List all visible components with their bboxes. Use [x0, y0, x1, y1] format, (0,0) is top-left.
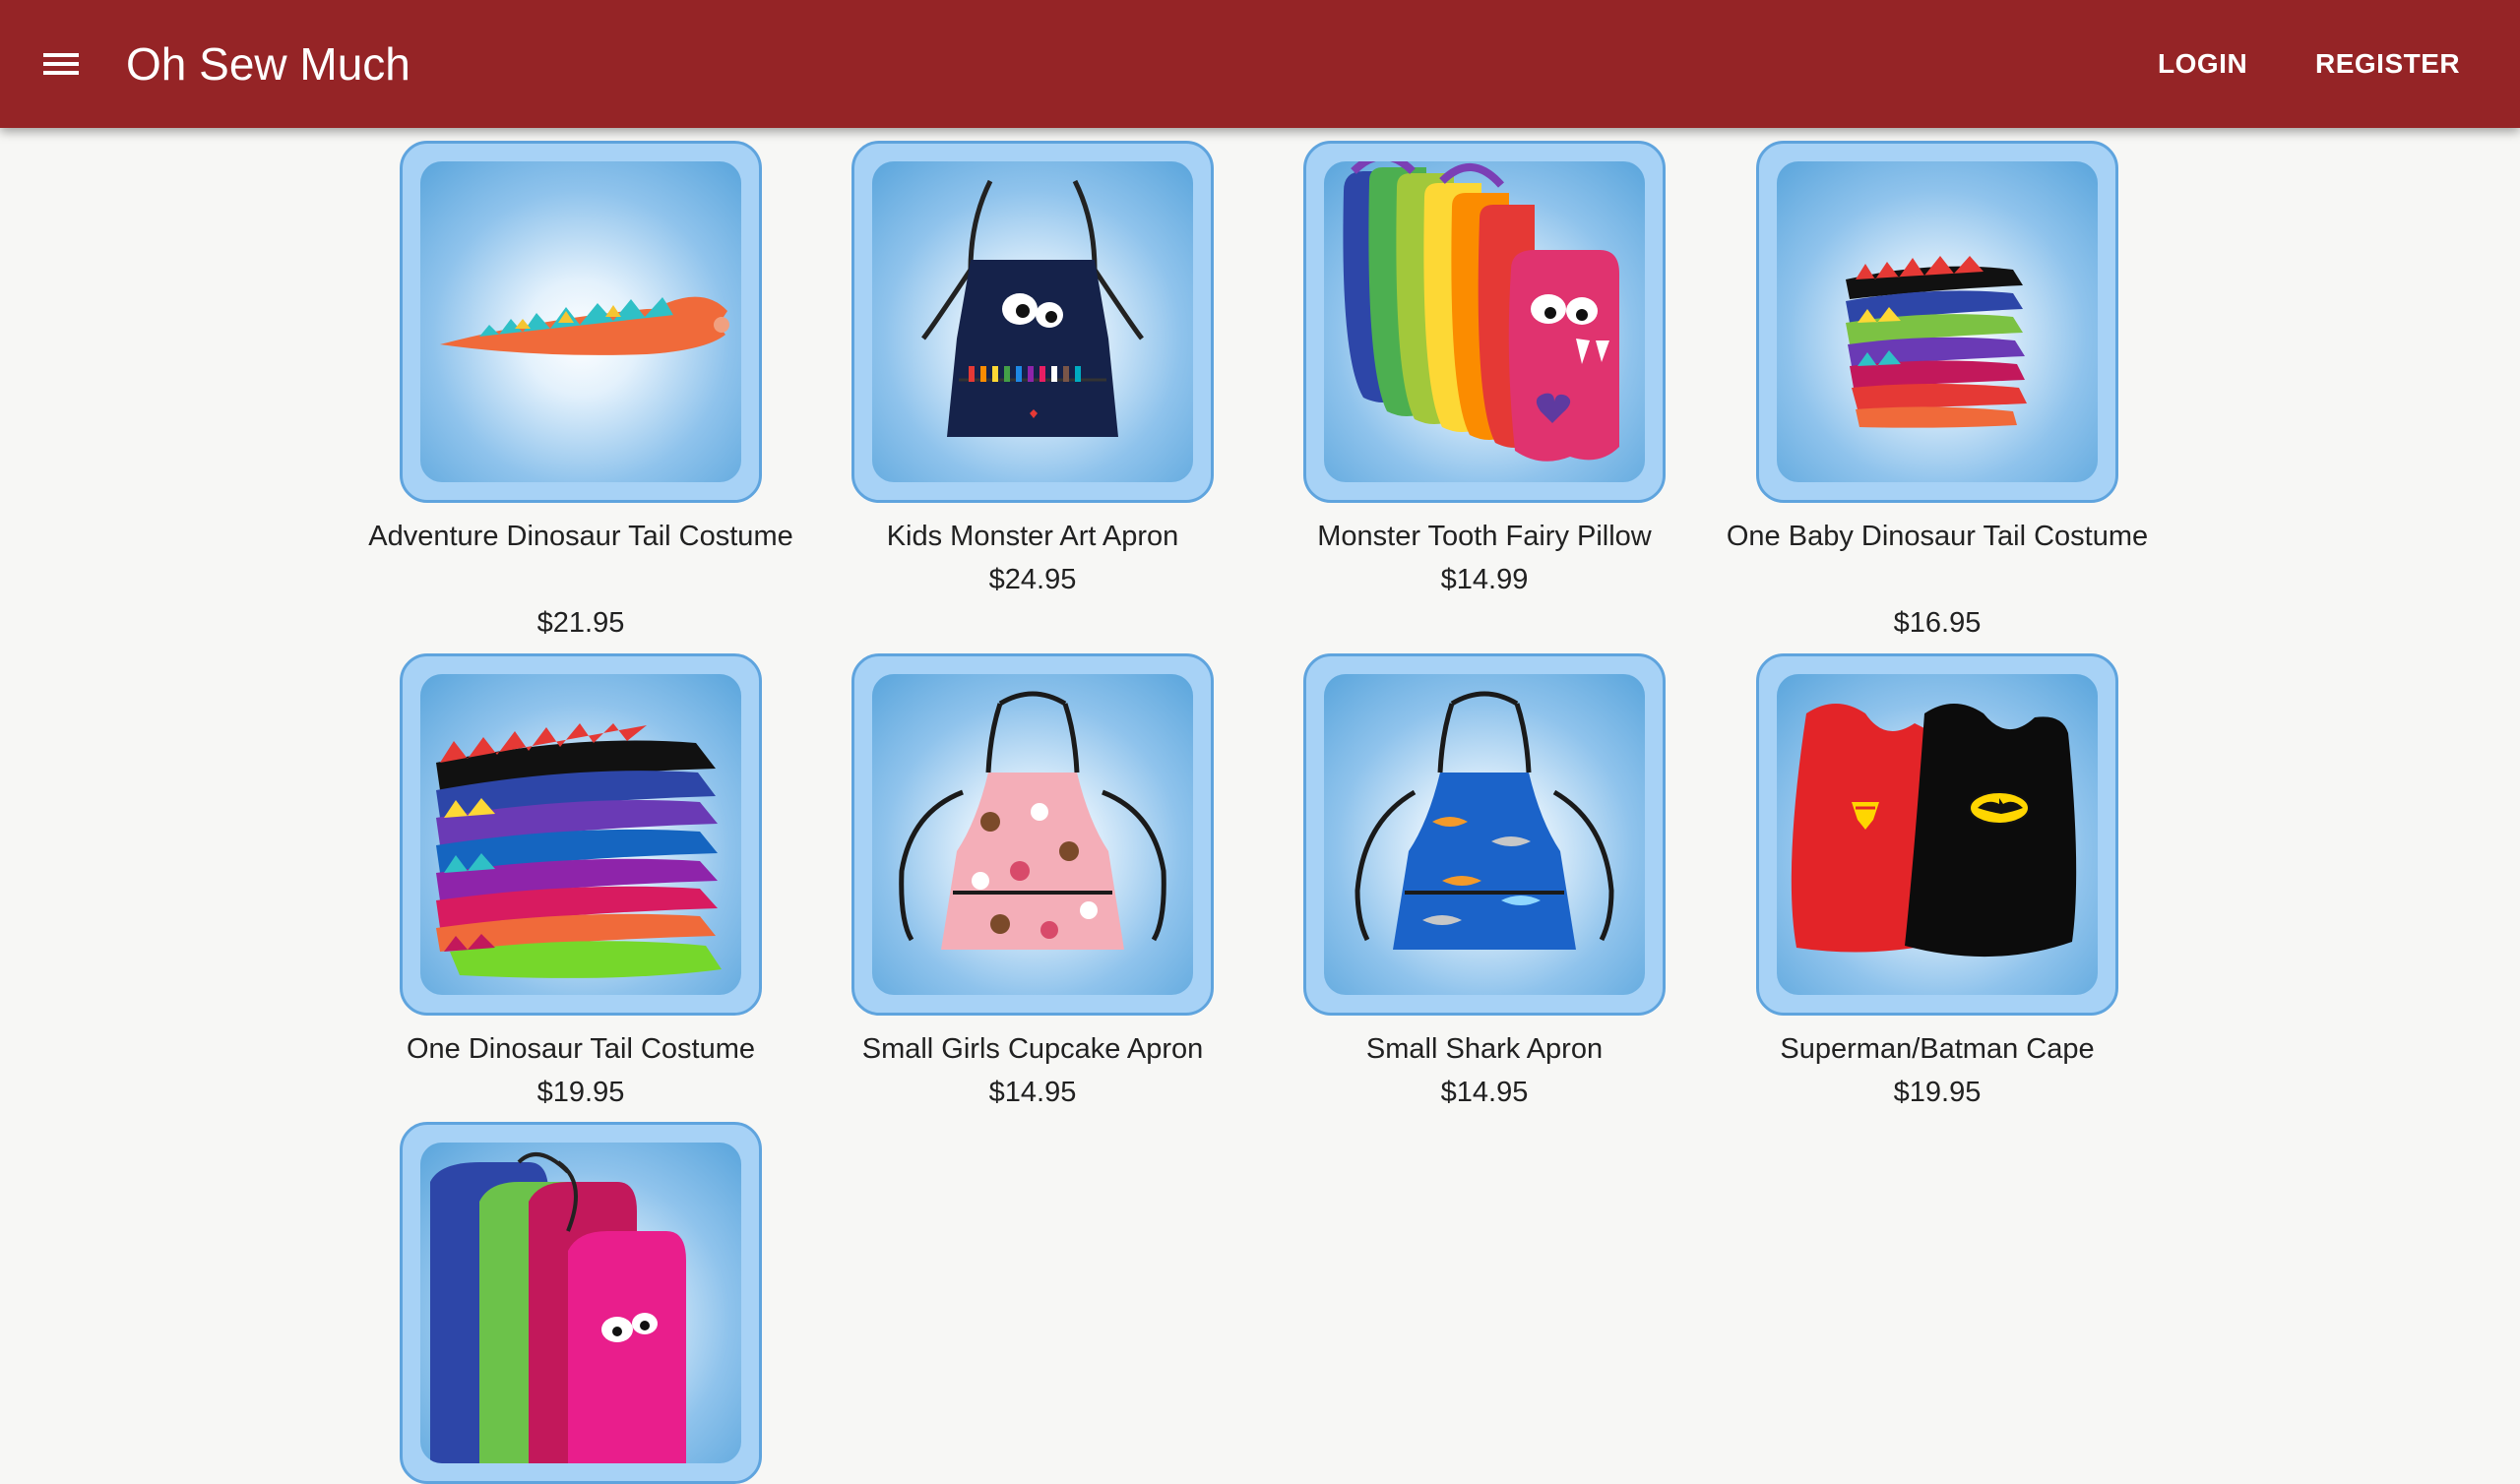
- product-price: $14.95: [988, 1077, 1077, 1108]
- cupcake-apron-image: [899, 691, 1166, 950]
- product-name[interactable]: One Baby Dinosaur Tail Costume: [1711, 515, 2164, 558]
- menu-line: [43, 62, 79, 66]
- product-image-frame: [1324, 161, 1645, 482]
- product-image-frame: [1777, 161, 2098, 482]
- product-image-frame: [1777, 674, 2098, 995]
- product-name[interactable]: Small Girls Cupcake Apron: [806, 1027, 1259, 1071]
- product-image[interactable]: [851, 653, 1214, 1016]
- product-price: $19.95: [536, 1077, 625, 1108]
- product-price: $14.99: [1440, 564, 1529, 595]
- product-name[interactable]: Small Shark Apron: [1258, 1027, 1711, 1071]
- product-image[interactable]: [1756, 653, 2118, 1016]
- product-name[interactable]: Kids Monster Art Apron: [806, 515, 1259, 558]
- product-price: $16.95: [1893, 607, 1982, 639]
- product-image[interactable]: [1303, 653, 1666, 1016]
- product-price: $24.95: [988, 564, 1077, 595]
- product-price: $21.95: [536, 607, 625, 639]
- product-image-frame: [420, 674, 741, 995]
- baby-dinosaur-tail-image: [1846, 256, 2027, 428]
- dinosaur-tail-stack-image: [436, 723, 722, 978]
- product-image[interactable]: [851, 141, 1214, 503]
- tooth-fairy-pillow-image: [1343, 161, 1619, 462]
- product-image[interactable]: [1303, 141, 1666, 503]
- app-bar: Oh Sew Much LOGIN REGISTER: [0, 0, 2520, 128]
- register-button[interactable]: REGISTER: [2315, 47, 2460, 81]
- product-image-frame: [420, 1143, 741, 1463]
- hamburger-menu-icon[interactable]: [39, 42, 85, 86]
- menu-line: [43, 71, 79, 75]
- app-title[interactable]: Oh Sew Much: [126, 35, 410, 93]
- product-image-frame: [1324, 674, 1645, 995]
- product-image-frame: [872, 674, 1193, 995]
- monster-bib-image: [430, 1152, 686, 1463]
- product-image[interactable]: [400, 141, 762, 503]
- product-name[interactable]: One Dinosaur Tail Costume: [354, 1027, 807, 1071]
- menu-line: [43, 53, 79, 57]
- product-image[interactable]: [400, 653, 762, 1016]
- shark-apron-image: [1354, 691, 1614, 950]
- product-name[interactable]: Adventure Dinosaur Tail Costume: [354, 515, 807, 558]
- superhero-cape-image: [1791, 704, 2077, 958]
- login-button[interactable]: LOGIN: [2158, 47, 2247, 81]
- product-name[interactable]: Superman/Batman Cape: [1711, 1027, 2164, 1071]
- product-image[interactable]: [1756, 141, 2118, 503]
- monster-apron-image: [921, 179, 1144, 437]
- product-image-frame: [872, 161, 1193, 482]
- product-price: $19.95: [1893, 1077, 1982, 1108]
- product-image-frame: [420, 161, 741, 482]
- dinosaur-tail-image: [440, 296, 729, 355]
- product-price: $14.95: [1440, 1077, 1529, 1108]
- product-name[interactable]: Monster Tooth Fairy Pillow: [1258, 515, 1711, 558]
- product-image[interactable]: [400, 1122, 762, 1484]
